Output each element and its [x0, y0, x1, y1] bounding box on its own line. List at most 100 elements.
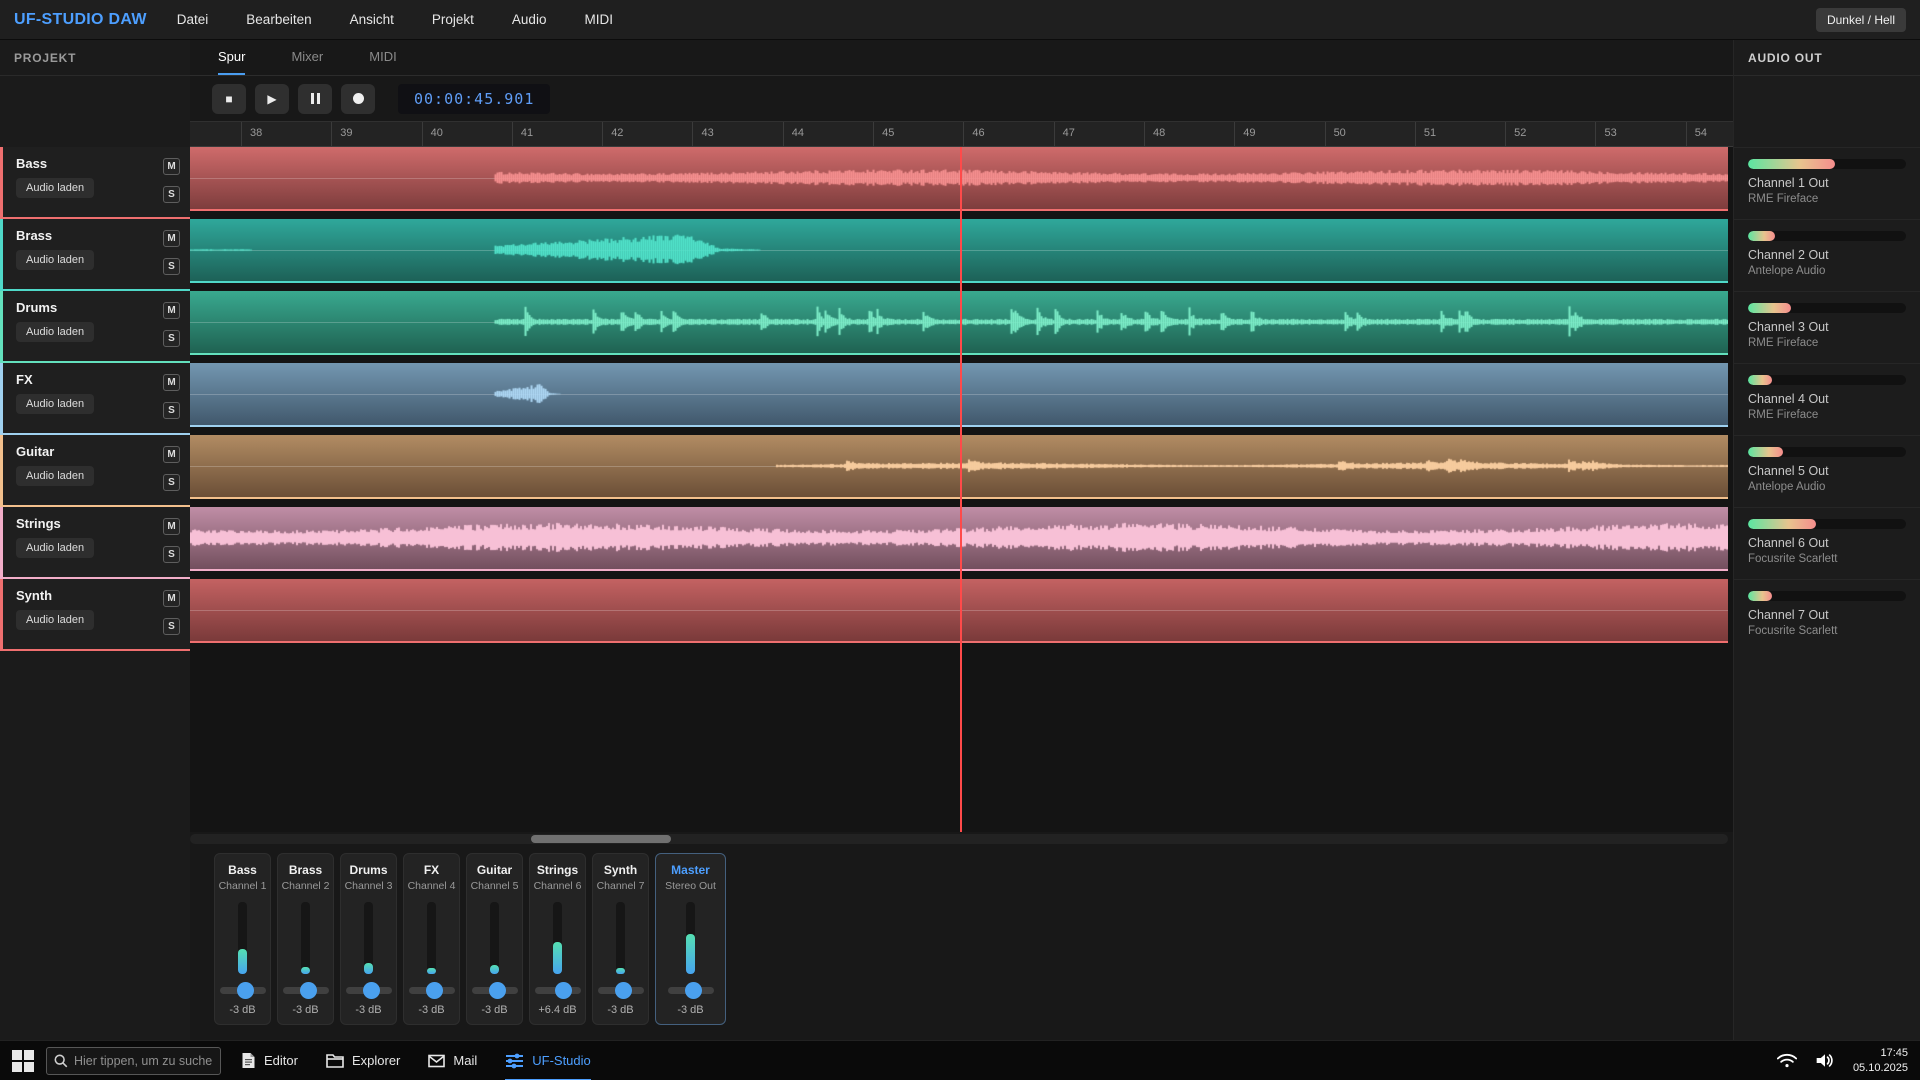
- menu-item-datei[interactable]: Datei: [177, 12, 209, 27]
- windows-start-button[interactable]: [12, 1050, 34, 1072]
- level-meter: [364, 902, 373, 974]
- solo-button[interactable]: S: [163, 546, 180, 563]
- taskbar-app-editor[interactable]: Editor: [241, 1041, 298, 1080]
- volume-slider[interactable]: [220, 987, 266, 994]
- taskbar-search[interactable]: [46, 1047, 221, 1075]
- track-header-fx[interactable]: FXAudio ladenMS: [0, 363, 190, 435]
- menu-item-midi[interactable]: MIDI: [584, 12, 613, 27]
- gain-value: -3 dB: [677, 1004, 703, 1016]
- mute-button[interactable]: M: [163, 518, 180, 535]
- mute-button[interactable]: M: [163, 446, 180, 463]
- playhead[interactable]: [960, 147, 962, 832]
- play-button[interactable]: ▶: [255, 84, 289, 114]
- volume-slider-knob[interactable]: [555, 982, 572, 999]
- volume-slider[interactable]: [668, 987, 714, 994]
- load-audio-button[interactable]: Audio laden: [16, 250, 94, 270]
- taskbar-clock[interactable]: 17:45 05.10.2025: [1853, 1046, 1908, 1076]
- taskbar-app-explorer[interactable]: Explorer: [326, 1041, 400, 1080]
- solo-button[interactable]: S: [163, 618, 180, 635]
- pause-button[interactable]: [298, 84, 332, 114]
- level-meter: [427, 902, 436, 974]
- search-input[interactable]: [74, 1054, 213, 1068]
- mixer-strip-strings[interactable]: StringsChannel 6+6.4 dB: [529, 853, 586, 1025]
- level-meter-fill: [616, 968, 625, 974]
- timeline-ruler[interactable]: 3839404142434445464748495051525354: [190, 121, 1733, 147]
- mute-button[interactable]: M: [163, 590, 180, 607]
- app-title: UF-STUDIO DAW: [14, 11, 147, 29]
- volume-slider[interactable]: [409, 987, 455, 994]
- track-header-brass[interactable]: BrassAudio ladenMS: [0, 219, 190, 291]
- mixer-strip-brass[interactable]: BrassChannel 2-3 dB: [277, 853, 334, 1025]
- mixer-strip-channel: Stereo Out: [665, 880, 716, 892]
- mixer-strip-bass[interactable]: BassChannel 1-3 dB: [214, 853, 271, 1025]
- ruler-cell: 42: [603, 122, 693, 146]
- taskbar-app-mail[interactable]: Mail: [428, 1041, 477, 1080]
- volume-slider-knob[interactable]: [489, 982, 506, 999]
- mixer-strip-master[interactable]: MasterStereo Out-3 dB: [655, 853, 726, 1025]
- load-audio-button[interactable]: Audio laden: [16, 610, 94, 630]
- mute-button[interactable]: M: [163, 374, 180, 391]
- load-audio-button[interactable]: Audio laden: [16, 394, 94, 414]
- load-audio-button[interactable]: Audio laden: [16, 322, 94, 342]
- volume-slider-knob[interactable]: [300, 982, 317, 999]
- volume-slider-knob[interactable]: [363, 982, 380, 999]
- output-level-fill: [1748, 303, 1791, 313]
- load-audio-button[interactable]: Audio laden: [16, 538, 94, 558]
- volume-slider-knob[interactable]: [426, 982, 443, 999]
- mixer-strip-channel: Channel 4: [408, 880, 456, 892]
- track-header-bass[interactable]: BassAudio ladenMS: [0, 147, 190, 219]
- stop-button[interactable]: ■: [212, 84, 246, 114]
- gain-value: -3 dB: [229, 1004, 255, 1016]
- mute-button[interactable]: M: [163, 158, 180, 175]
- ruler-cell: 53: [1596, 122, 1686, 146]
- mixer-strip-fx[interactable]: FXChannel 4-3 dB: [403, 853, 460, 1025]
- volume-slider[interactable]: [283, 987, 329, 994]
- volume-slider[interactable]: [346, 987, 392, 994]
- volume-slider[interactable]: [598, 987, 644, 994]
- mixer-strip-drums[interactable]: DrumsChannel 3-3 dB: [340, 853, 397, 1025]
- level-meter: [686, 902, 695, 974]
- taskbar-app-uf-studio[interactable]: UF-Studio: [505, 1041, 591, 1080]
- output-channel-name: Channel 6 Out: [1748, 536, 1906, 550]
- mute-button[interactable]: M: [163, 230, 180, 247]
- solo-button[interactable]: S: [163, 330, 180, 347]
- output-device-name: Antelope Audio: [1748, 481, 1906, 493]
- volume-icon[interactable]: [1815, 1052, 1835, 1069]
- solo-button[interactable]: S: [163, 402, 180, 419]
- track-lanes-area[interactable]: [190, 147, 1733, 832]
- tab-mixer[interactable]: Mixer: [291, 40, 323, 75]
- gain-value: -3 dB: [607, 1004, 633, 1016]
- record-button[interactable]: [341, 84, 375, 114]
- theme-toggle-button[interactable]: Dunkel / Hell: [1816, 8, 1906, 32]
- volume-slider-knob[interactable]: [237, 982, 254, 999]
- tab-midi[interactable]: MIDI: [369, 40, 396, 75]
- volume-slider-knob[interactable]: [685, 982, 702, 999]
- solo-button[interactable]: S: [163, 186, 180, 203]
- menu-item-ansicht[interactable]: Ansicht: [350, 12, 394, 27]
- level-meter-fill: [490, 965, 499, 974]
- track-header-guitar[interactable]: GuitarAudio ladenMS: [0, 435, 190, 507]
- track-header-drums[interactable]: DrumsAudio ladenMS: [0, 291, 190, 363]
- scrollbar-thumb[interactable]: [531, 835, 671, 843]
- mute-button[interactable]: M: [163, 302, 180, 319]
- load-audio-button[interactable]: Audio laden: [16, 178, 94, 198]
- track-header-synth[interactable]: SynthAudio ladenMS: [0, 579, 190, 651]
- menu-item-audio[interactable]: Audio: [512, 12, 547, 27]
- mixer-strip-synth[interactable]: SynthChannel 7-3 dB: [592, 853, 649, 1025]
- tab-spur[interactable]: Spur: [218, 40, 245, 75]
- taskbar-app-label: Explorer: [352, 1053, 400, 1068]
- wifi-icon[interactable]: [1777, 1053, 1797, 1069]
- level-meter: [490, 902, 499, 974]
- solo-button[interactable]: S: [163, 258, 180, 275]
- volume-slider[interactable]: [535, 987, 581, 994]
- volume-slider[interactable]: [472, 987, 518, 994]
- load-audio-button[interactable]: Audio laden: [16, 466, 94, 486]
- mixer-strip-guitar[interactable]: GuitarChannel 5-3 dB: [466, 853, 523, 1025]
- volume-slider-knob[interactable]: [615, 982, 632, 999]
- track-header-strings[interactable]: StringsAudio ladenMS: [0, 507, 190, 579]
- ruler-cell: 38: [242, 122, 332, 146]
- solo-button[interactable]: S: [163, 474, 180, 491]
- menu-item-projekt[interactable]: Projekt: [432, 12, 474, 27]
- horizontal-scrollbar[interactable]: [190, 834, 1728, 844]
- menu-item-bearbeiten[interactable]: Bearbeiten: [246, 12, 311, 27]
